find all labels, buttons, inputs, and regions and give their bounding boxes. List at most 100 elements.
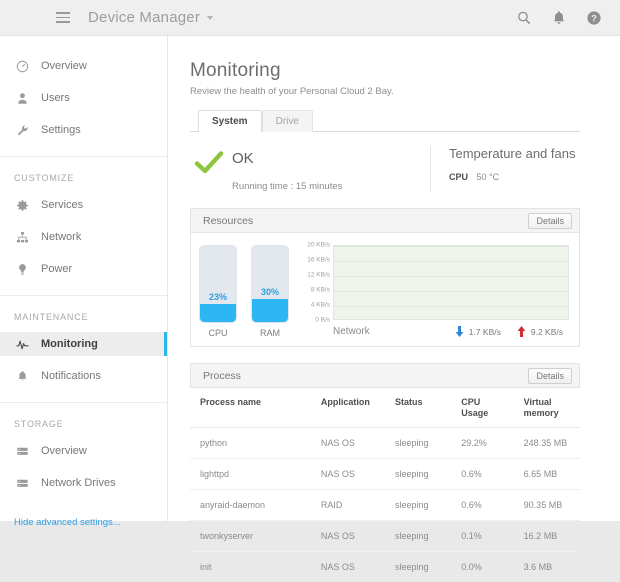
sidebar-item-storage-overview[interactable]: Overview bbox=[0, 439, 167, 463]
chevron-down-icon[interactable] bbox=[207, 16, 213, 20]
gauge-ram-fill bbox=[252, 299, 288, 322]
table-header-row: Process name Application Status CPU Usag… bbox=[190, 388, 580, 428]
cell-application: NAS OS bbox=[311, 428, 385, 459]
process-panel-header: Process Details bbox=[190, 363, 580, 388]
search-icon[interactable] bbox=[516, 10, 532, 26]
process-table-head: Process name Application Status CPU Usag… bbox=[190, 388, 580, 428]
hide-advanced-settings-link[interactable]: Hide advanced settings... bbox=[0, 517, 167, 528]
sidebar-item-network-drives[interactable]: Network Drives bbox=[0, 471, 167, 495]
gauge-cpu-bar: 23% bbox=[199, 245, 237, 323]
sidebar-item-notifications[interactable]: Notifications bbox=[0, 364, 167, 388]
page-title: Monitoring bbox=[190, 60, 580, 82]
user-icon bbox=[14, 92, 30, 105]
cell-process-name: anyraid-daemon bbox=[190, 490, 311, 521]
column-application: Application bbox=[311, 388, 385, 428]
help-icon[interactable]: ? bbox=[586, 10, 602, 26]
cell-process-name: lighttpd bbox=[190, 459, 311, 490]
table-row[interactable]: pythonNAS OSsleeping29.2%248.35 MB bbox=[190, 428, 580, 459]
tab-drive[interactable]: Drive bbox=[262, 110, 313, 132]
gauge-ram: 30% RAM bbox=[251, 245, 289, 338]
column-process-name: Process name bbox=[190, 388, 311, 428]
status-row: OK Running time : 15 minutes Temperature… bbox=[190, 146, 580, 192]
sidebar-item-label: Settings bbox=[41, 124, 81, 136]
cell-virtual-memory: 16.2 MB bbox=[514, 521, 580, 552]
process-details-button[interactable]: Details bbox=[528, 368, 572, 384]
gauge-cpu: 23% CPU bbox=[199, 245, 237, 338]
sidebar-group-maintenance: MAINTENANCE bbox=[0, 312, 167, 322]
network-chart-y-tick: 8 KB/s bbox=[311, 287, 330, 294]
network-chart-y-axis: 20 KB/s16 KB/s12 KB/s8 KB/s4 KB/s0 B/s bbox=[303, 245, 333, 320]
sidebar-item-power[interactable]: Power bbox=[0, 257, 167, 281]
cell-virtual-memory: 3.6 MB bbox=[514, 552, 580, 582]
temperature-and-fans: Temperature and fans CPU 50 °C bbox=[430, 146, 580, 192]
sidebar: Overview Users Settings CU bbox=[0, 36, 168, 521]
sidebar-item-label: Network bbox=[41, 231, 81, 243]
check-icon bbox=[190, 150, 224, 192]
network-chart-y-tick: 12 KB/s bbox=[307, 272, 330, 279]
process-table: Process name Application Status CPU Usag… bbox=[190, 388, 580, 582]
gear-icon bbox=[14, 199, 30, 212]
cell-application: RAID bbox=[311, 490, 385, 521]
cell-status: sleeping bbox=[385, 428, 451, 459]
cell-process-name: twonkyserver bbox=[190, 521, 311, 552]
network-chart-y-tick: 16 KB/s bbox=[307, 257, 330, 264]
cell-status: sleeping bbox=[385, 552, 451, 582]
cell-process-name: python bbox=[190, 428, 311, 459]
network-chart-label: Network bbox=[333, 326, 370, 337]
network-chart-y-tick: 20 KB/s bbox=[307, 242, 330, 249]
gauge-ram-percent: 30% bbox=[252, 287, 288, 297]
sidebar-group-storage: STORAGE bbox=[0, 419, 167, 429]
cell-application: NAS OS bbox=[311, 552, 385, 582]
sidebar-item-label: Monitoring bbox=[41, 338, 98, 350]
table-row[interactable]: twonkyserverNAS OSsleeping0.1%16.2 MB bbox=[190, 521, 580, 552]
status-texts: OK Running time : 15 minutes bbox=[224, 150, 342, 192]
network-download: 1.7 KB/s bbox=[455, 326, 501, 337]
status-badge: OK bbox=[232, 150, 342, 167]
top-bar: Device Manager ? bbox=[0, 0, 620, 36]
drive-icon bbox=[14, 477, 30, 490]
resources-details-button[interactable]: Details bbox=[528, 213, 572, 229]
network-chart-area: 20 KB/s16 KB/s12 KB/s8 KB/s4 KB/s0 B/s bbox=[303, 245, 569, 320]
column-status: Status bbox=[385, 388, 451, 428]
network-chart-plot bbox=[333, 245, 569, 320]
temperature-row: CPU 50 °C bbox=[449, 172, 580, 182]
bell-icon[interactable] bbox=[551, 10, 567, 26]
sidebar-item-label: Overview bbox=[41, 60, 87, 72]
power-icon bbox=[14, 263, 30, 276]
sidebar-item-label: Notifications bbox=[41, 370, 101, 382]
sidebar-item-label: Overview bbox=[41, 445, 87, 457]
network-upload: 9.2 KB/s bbox=[517, 326, 563, 337]
sidebar-item-users[interactable]: Users bbox=[0, 86, 167, 110]
network-chart-gridline bbox=[334, 261, 568, 262]
sidebar-item-settings[interactable]: Settings bbox=[0, 118, 167, 142]
temperature-value: 50 °C bbox=[477, 172, 500, 182]
resources-panel-body: 23% CPU 30% RAM bbox=[190, 233, 580, 347]
temperature-title: Temperature and fans bbox=[449, 146, 580, 161]
sidebar-item-label: Power bbox=[41, 263, 72, 275]
top-bar-actions: ? bbox=[516, 10, 602, 26]
temperature-label: CPU bbox=[449, 172, 468, 182]
hamburger-icon[interactable] bbox=[56, 12, 70, 23]
table-row[interactable]: initNAS OSsleeping0.0%3.6 MB bbox=[190, 552, 580, 582]
network-chart-gridline bbox=[334, 291, 568, 292]
sidebar-divider bbox=[0, 402, 167, 403]
cell-virtual-memory: 6.65 MB bbox=[514, 459, 580, 490]
cell-process-name: init bbox=[190, 552, 311, 582]
sidebar-item-overview[interactable]: Overview bbox=[0, 54, 167, 78]
gauge-cpu-label: CPU bbox=[199, 328, 237, 338]
sidebar-item-monitoring[interactable]: Monitoring bbox=[0, 332, 167, 356]
network-chart-gridline bbox=[334, 306, 568, 307]
process-panel-title: Process bbox=[203, 370, 241, 382]
table-row[interactable]: lighttpdNAS OSsleeping0.6%6.65 MB bbox=[190, 459, 580, 490]
sidebar-item-services[interactable]: Services bbox=[0, 193, 167, 217]
cell-cpu-usage: 29.2% bbox=[451, 428, 513, 459]
gauge-ram-label: RAM bbox=[251, 328, 289, 338]
table-row[interactable]: anyraid-daemonRAIDsleeping0.6%90.35 MB bbox=[190, 490, 580, 521]
tab-system[interactable]: System bbox=[198, 110, 262, 132]
system-status: OK Running time : 15 minutes bbox=[190, 146, 430, 192]
gauge-ram-bar: 30% bbox=[251, 245, 289, 323]
gauge-cpu-percent: 23% bbox=[200, 292, 236, 302]
resources-panel-title: Resources bbox=[203, 215, 253, 227]
sidebar-item-network[interactable]: Network bbox=[0, 225, 167, 249]
tab-bar: System Drive bbox=[190, 110, 580, 132]
